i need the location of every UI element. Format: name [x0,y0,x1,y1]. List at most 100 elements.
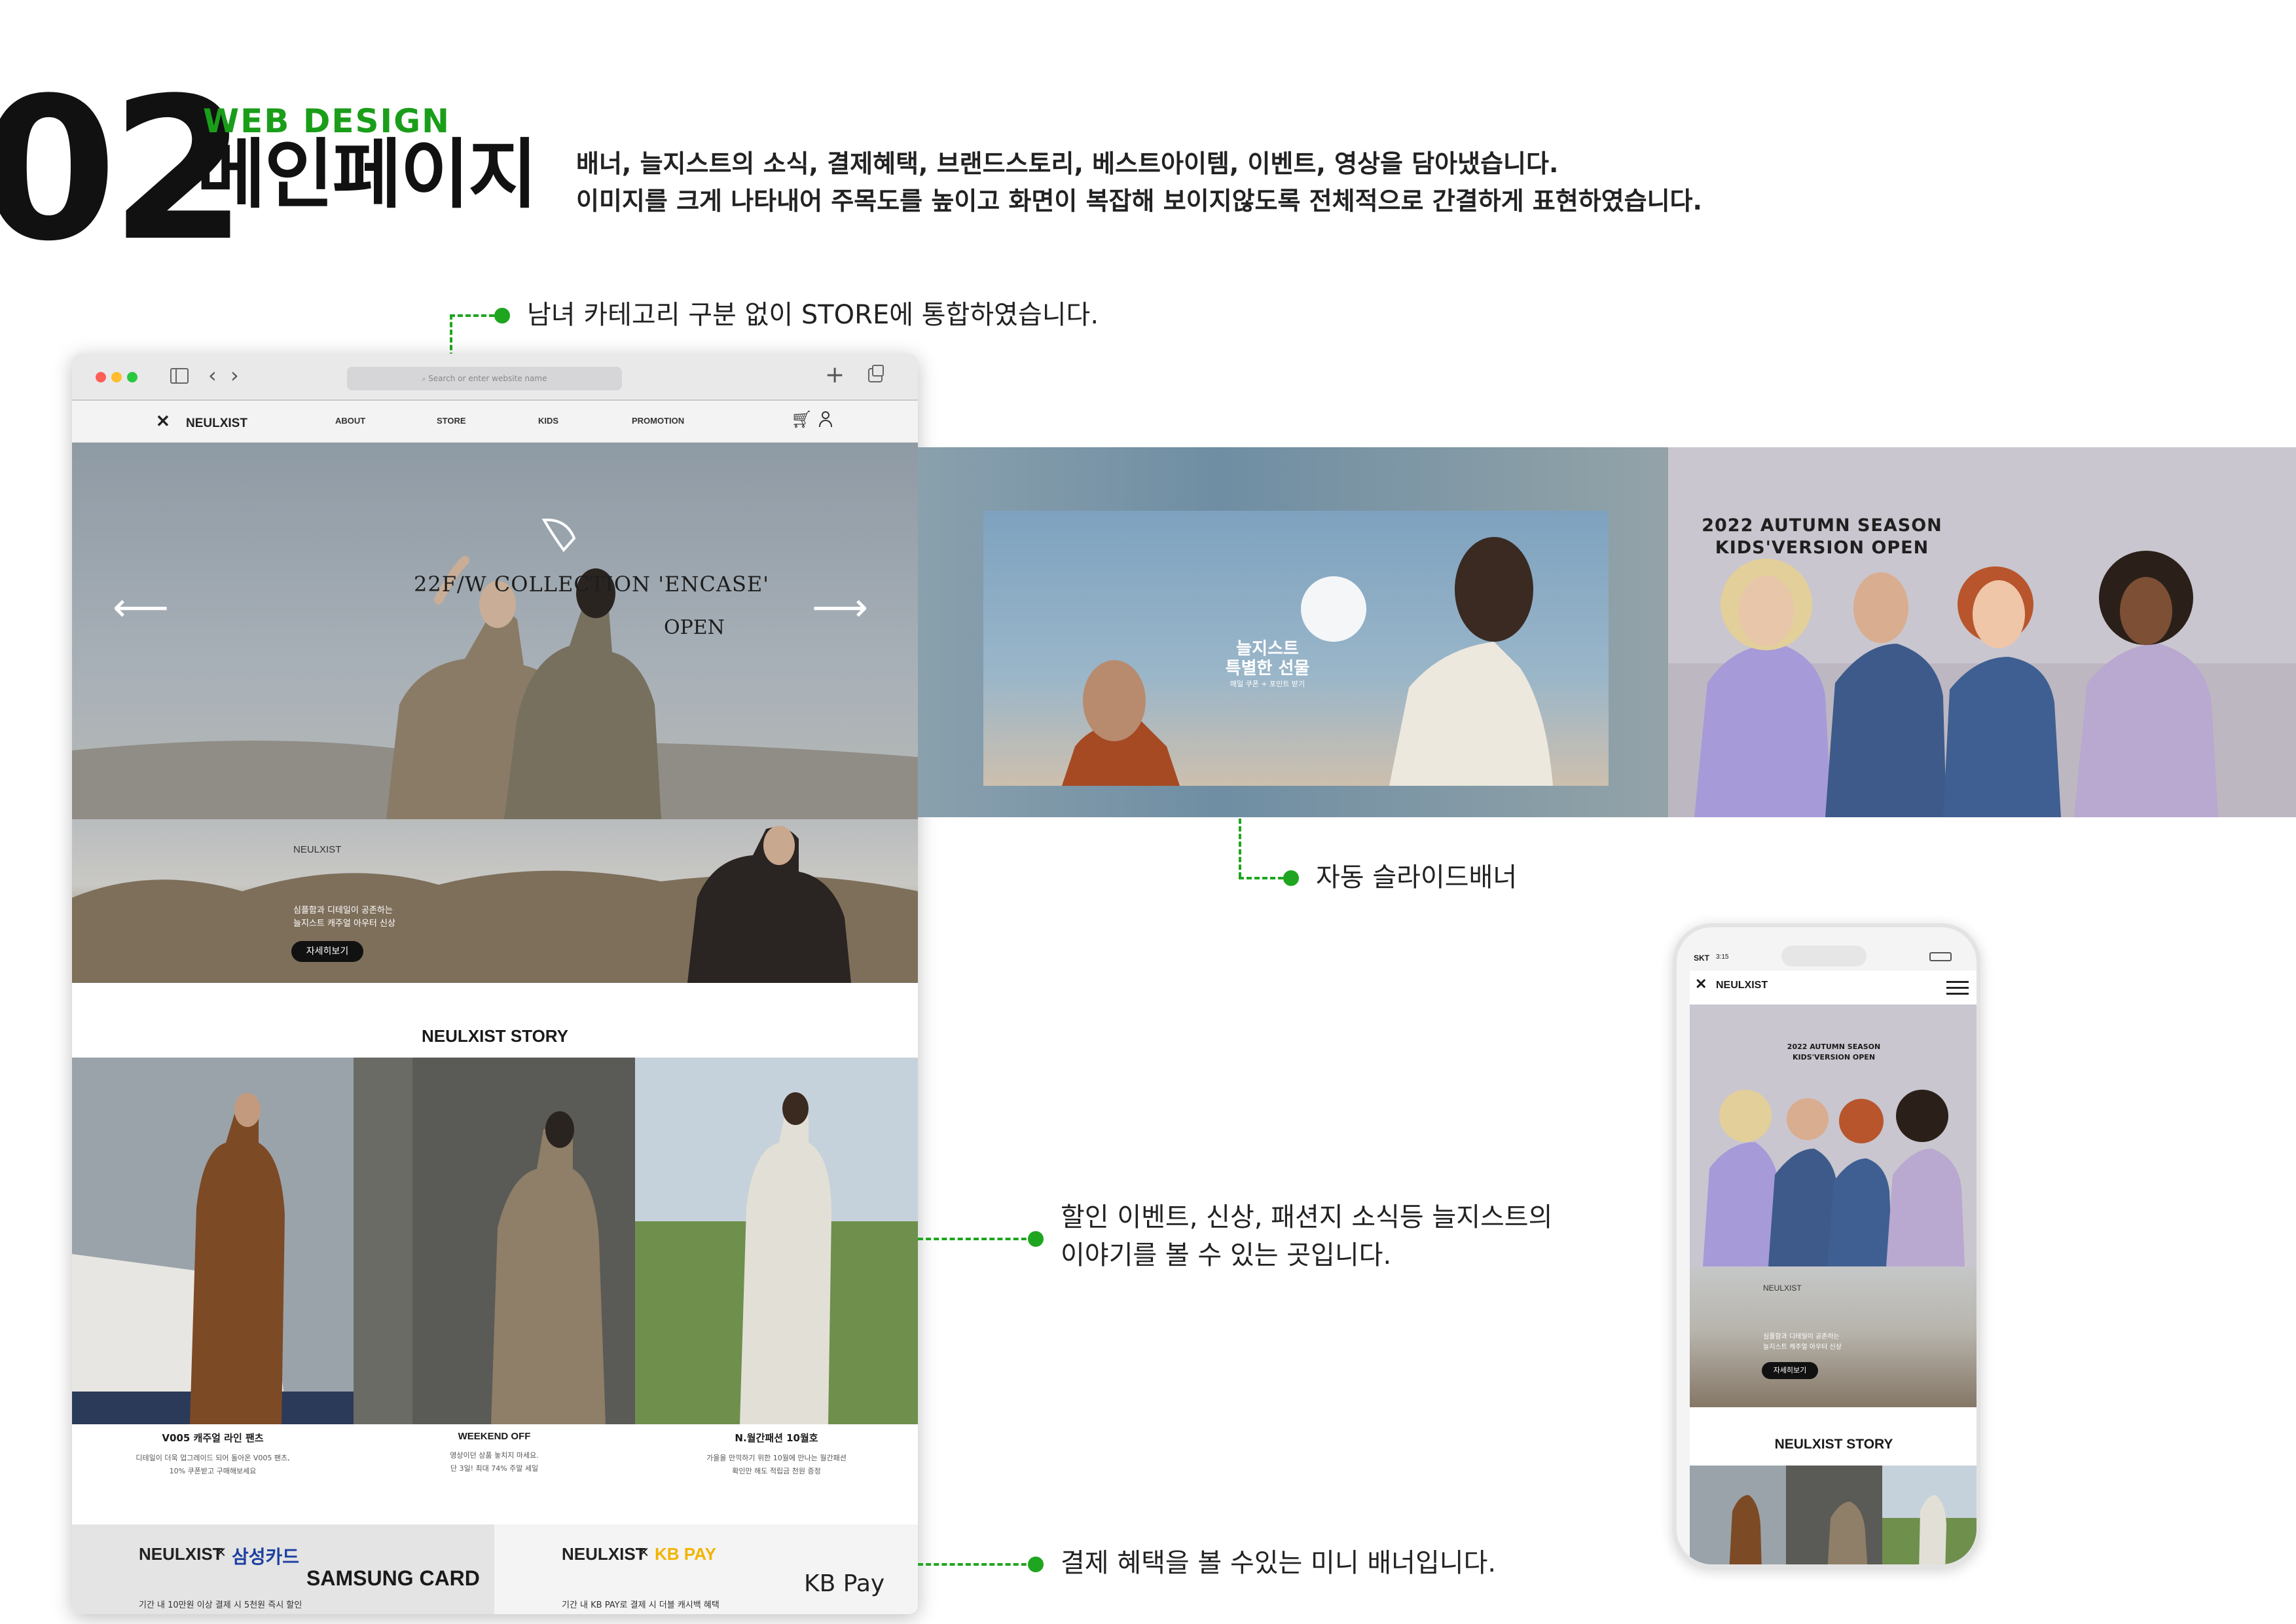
callout-store-dot [494,308,510,323]
address-bar[interactable]: ⌕ Search or enter website name [347,367,622,390]
logo-icon[interactable]: ✕ [156,413,170,430]
callout-slide-text: 자동 슬라이드배너 [1316,862,1518,893]
samsung-card-logo: SAMSUNG CARD [306,1566,480,1590]
logo-icon[interactable]: ✕ [1695,977,1707,991]
prev-slide-arrow-icon[interactable]: ⟵ [113,588,169,627]
story-images [72,1058,918,1424]
story-title: NEULXIST STORY [422,1026,568,1046]
hero-subtitle: OPEN [664,616,725,639]
story-item[interactable]: N.월간패션 10월호 가을을 만끽하기 위한 10월에 만나는 월간패션 확인… [635,1431,918,1476]
callout-payment-line [918,1563,1034,1566]
samsung-card-banner[interactable]: NEULXIST × 삼성카드 SAMSUNG CARD 기간 내 10만원 이… [72,1524,494,1614]
story-captions: V005 캐주얼 라인 팬츠 디테일이 더욱 업그레이드 되어 돌아온 V005… [72,1424,918,1503]
kids-line-2: KIDS'VERSION OPEN [1715,538,1929,558]
kids-slide-photo [1668,551,2296,817]
card-note: 기간 내 KB PAY로 결제 시 더블 캐시백 혜택 [562,1600,720,1610]
story-item-title: N.월간패션 10월호 [735,1432,818,1444]
phone-story-title: NEULXIST STORY [1774,1437,1893,1452]
tabs-overview-icon[interactable] [868,365,884,382]
nav-store[interactable]: STORE [437,416,466,425]
auto-slide-banner: 늘지스트 특별한 선물 매일 쿠폰 + 포인트 받기 2022 AUTUMN S… [918,447,2296,817]
new-tab-icon[interactable]: + [825,361,845,388]
callout-payment-text: 결제 혜택을 볼 수있는 미니 배너입니다. [1061,1548,1497,1578]
card-brand: NEULXIST [562,1544,646,1564]
address-bar-placeholder: Search or enter website name [428,374,547,383]
page-description: 배너, 늘지스트의 소식, 결제혜택, 브랜드스토리, 베스트아이템, 이벤트,… [576,145,1702,220]
phone-story-images [1690,1466,1977,1564]
kb-pay-logo: KB Pay [804,1570,885,1597]
callout-payment-dot [1028,1557,1044,1572]
phone-banner-line-2: 늘지스트 캐주얼 아우터 신상 [1763,1344,1842,1351]
phone-details-button[interactable]: 자세히보기 [1762,1362,1818,1379]
hamburger-menu-icon[interactable] [1946,981,1969,995]
callout-story-line-1: 할인 이벤트, 신상, 패션지 소식등 늘지스트의 [1061,1202,1553,1232]
maximize-window-button[interactable] [127,372,137,382]
phone-story-photos [1690,1466,1977,1564]
phone-banner-brand: NEULXIST [1763,1283,1802,1293]
gift-slide[interactable]: 늘지스트 특별한 선물 매일 쿠폰 + 포인트 받기 [983,511,1609,786]
story-photos [72,1058,918,1424]
site-logo-text[interactable]: NEULXIST [186,416,247,431]
nav-about[interactable]: ABOUT [335,416,365,425]
story-item-line-2: 단 3일! 최대 74% 주말 세일 [450,1464,539,1473]
nav-promotion[interactable]: PROMOTION [632,416,684,425]
banner2-line-2: 늘지스트 캐주얼 아우터 신상 [293,919,395,929]
story-item-title: WEEKEND OFF [458,1431,531,1442]
story-item-title: V005 캐주얼 라인 팬츠 [162,1432,264,1444]
story-item-line-1: 디테일이 더욱 업그레이드 되어 돌아온 V005 팬츠, [136,1454,290,1462]
phone-banner-line-1: 심플함과 디테일이 공존하는 [1763,1333,1840,1340]
new-outer-banner: NEULXIST 심플함과 디테일이 공존하는 늘지스트 캐주얼 아우터 신상 … [72,819,918,983]
next-slide-arrow-icon[interactable]: ⟶ [812,588,868,627]
hero-title: 22F/W COLLECTION 'ENCASE' [414,572,770,597]
browser-window: ‹ › ⌕ Search or enter website name + ✕ N… [72,354,918,1614]
kb-pay-banner[interactable]: NEULXIST × KB PAY KB Pay 기간 내 KB PAY로 결제… [494,1524,918,1614]
phone-kids-banner[interactable]: 2022 AUTUMN SEASON KIDS'VERSION OPEN [1690,1005,1977,1266]
story-item-line-2: 10% 쿠폰받고 구매해보세요 [169,1467,257,1475]
hero-banner: 22F/W COLLECTION 'ENCASE' OPEN ⟵ ⟶ [72,443,918,819]
phone-carrier: SKT [1694,953,1709,963]
banner-photo [72,826,918,983]
story-section-header: NEULXIST STORY [72,983,918,1058]
gift-subtitle: 매일 쿠폰 + 포인트 받기 [1230,680,1305,688]
mobile-mockup: SKT 3:15 ✕ NEULXIST 2022 AUTUMN SEASON K… [1673,923,1980,1568]
callout-story-text: 할인 이벤트, 신상, 패션지 소식등 늘지스트의 이야기를 볼 수 있는 곳입… [1061,1198,1552,1274]
callout-story-line [918,1238,1034,1240]
card-partner: 삼성카드 [232,1546,300,1568]
close-window-button[interactable] [96,372,106,382]
description-line-2: 이미지를 크게 나타내어 주목도를 높이고 화면이 복잡해 보이지않도록 전체적… [576,187,1702,215]
card-times: × [638,1544,650,1560]
page-title: 메인페이지 [196,131,538,219]
sidebar-toggle-icon[interactable] [170,368,189,384]
phone-kids-line-1: 2022 AUTUMN SEASON [1787,1043,1881,1051]
card-note: 기간 내 10만원 이상 결제 시 5천원 즉시 할인 [139,1600,302,1610]
banner2-brand: NEULXIST [293,844,342,855]
story-item-line-1: 가을을 만끽하기 위한 10월에 만나는 월간패션 [706,1454,847,1462]
banner2-details-button[interactable]: 자세히보기 [291,941,363,962]
card-times: × [215,1544,227,1560]
user-icon[interactable] [818,411,833,428]
story-item-line-2: 확인만 해도 적립금 천원 증정 [732,1467,821,1475]
browser-toolbar: ‹ › ⌕ Search or enter website name + [72,354,918,401]
gift-title-2: 특별한 선물 [1225,659,1310,678]
forward-icon[interactable]: › [230,363,239,388]
callout-slide-connector [1239,819,1241,877]
story-item[interactable]: WEEKEND OFF 영상이던 상품 놓치지 마세요. 단 3일! 최대 74… [354,1431,635,1473]
back-icon[interactable]: ‹ [208,363,217,388]
card-partner: KB PAY [655,1544,716,1564]
site-navbar: ✕ NEULXIST ABOUT STORE KIDS PROMOTION 🛒︎ [72,401,918,443]
callout-slide-dot [1283,870,1299,886]
story-item[interactable]: V005 캐주얼 라인 팬츠 디테일이 더욱 업그레이드 되어 돌아온 V005… [72,1431,354,1476]
card-brand: NEULXIST [139,1544,223,1564]
phone-logo-text[interactable]: NEULXIST [1716,980,1768,991]
payment-mini-banners: NEULXIST × 삼성카드 SAMSUNG CARD 기간 내 10만원 이… [72,1524,918,1614]
phone-outer-banner: NEULXIST 심플함과 디테일이 공존하는 늘지스트 캐주얼 아우터 신상 … [1690,1266,1977,1407]
phone-kids-line-2: KIDS'VERSION OPEN [1792,1053,1876,1061]
nav-kids[interactable]: KIDS [538,416,558,425]
minimize-window-button[interactable] [111,372,122,382]
phone-time: 3:15 [1716,953,1729,961]
kids-slide[interactable]: 2022 AUTUMN SEASON KIDS'VERSION OPEN [1668,447,2296,817]
cart-icon[interactable]: 🛒︎ [791,410,812,430]
callout-story-dot [1028,1231,1044,1247]
callout-story-line-2: 이야기를 볼 수 있는 곳입니다. [1061,1240,1392,1270]
banner2-line-1: 심플함과 디테일이 공존하는 [293,906,393,915]
